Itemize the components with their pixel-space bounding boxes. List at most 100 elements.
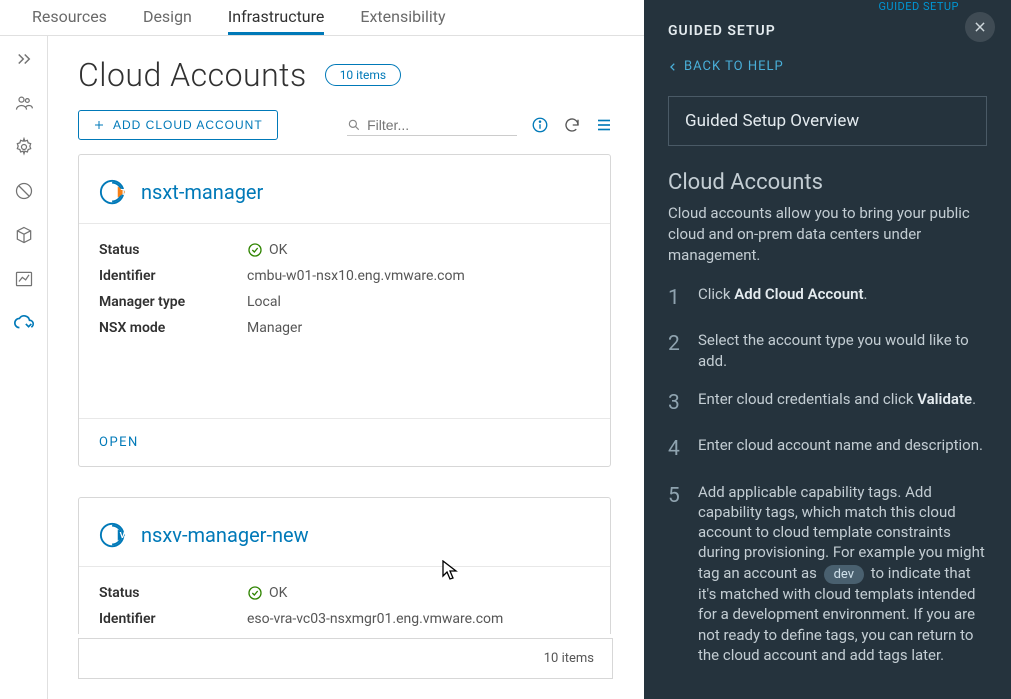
rail-item-cloud[interactable] bbox=[13, 312, 35, 334]
gp-step-1: 1 Click Add Cloud Account. bbox=[668, 284, 987, 312]
back-to-help-link[interactable]: BACK TO HELP bbox=[644, 53, 1011, 96]
users-icon bbox=[14, 93, 34, 113]
close-panel-button[interactable] bbox=[965, 12, 995, 42]
status-text: OK bbox=[269, 585, 287, 601]
gp-step-2: 2 Select the account type you would like… bbox=[668, 330, 987, 371]
status-text: OK bbox=[269, 242, 287, 258]
svg-text:T: T bbox=[121, 188, 127, 198]
plus-icon bbox=[93, 119, 105, 131]
tab-design[interactable]: Design bbox=[143, 0, 192, 35]
card-header: V nsxv-manager-new bbox=[79, 498, 610, 566]
add-button-label: ADD CLOUD ACCOUNT bbox=[113, 118, 263, 132]
step-number: 2 bbox=[668, 330, 684, 371]
side-rail bbox=[0, 36, 48, 699]
guided-setup-panel: GUIDED SETUP GUIDED SETUP BACK TO HELP G… bbox=[644, 0, 1011, 699]
gear-icon bbox=[14, 137, 34, 157]
filter-input[interactable] bbox=[367, 117, 517, 133]
step-text: Select the account type you would like t… bbox=[698, 330, 987, 371]
prop-value-identifier: cmbu-w01-nsx10.eng.vmware.com bbox=[247, 268, 465, 284]
prop-value-manager-type: Local bbox=[247, 294, 281, 310]
guided-setup-top-link[interactable]: GUIDED SETUP bbox=[878, 0, 959, 13]
gp-top-strip: GUIDED SETUP bbox=[644, 0, 1011, 11]
guided-setup-overview-button[interactable]: Guided Setup Overview bbox=[668, 96, 987, 146]
prop-label-identifier: Identifier bbox=[99, 268, 247, 284]
step-number: 3 bbox=[668, 389, 684, 417]
list-icon bbox=[595, 116, 613, 134]
rail-item-settings[interactable] bbox=[13, 136, 35, 158]
nsx-v-icon: V bbox=[99, 520, 129, 550]
tab-extensibility[interactable]: Extensibility bbox=[360, 0, 445, 35]
nsx-t-icon: T bbox=[99, 177, 129, 207]
tab-resources[interactable]: Resources bbox=[32, 0, 107, 35]
chevron-left-icon bbox=[668, 62, 678, 72]
list-view-button[interactable] bbox=[595, 116, 613, 134]
cloud-account-card: T nsxt-manager Status OK Identifier bbox=[78, 154, 611, 467]
ok-check-icon bbox=[247, 242, 263, 258]
card-body: Status OK Identifier cmbu-w01-nsx10.eng.… bbox=[79, 224, 610, 368]
gp-step-3: 3 Enter cloud credentials and click Vali… bbox=[668, 389, 987, 417]
gp-steps: 1 Click Add Cloud Account. 2 Select the … bbox=[644, 284, 1011, 665]
open-link[interactable]: OPEN bbox=[79, 419, 610, 466]
svg-text:V: V bbox=[120, 531, 126, 541]
prop-label-status: Status bbox=[99, 585, 247, 601]
info-button[interactable] bbox=[531, 116, 549, 134]
step-text: Add applicable capability tags. Add capa… bbox=[698, 482, 987, 666]
item-count-pill: 10 items bbox=[325, 64, 401, 86]
chart-icon bbox=[14, 269, 34, 289]
prop-row: Status OK bbox=[99, 585, 590, 601]
search-icon bbox=[347, 117, 361, 133]
step-text: Click Add Cloud Account. bbox=[698, 284, 987, 312]
footer-count: 10 items bbox=[544, 651, 594, 666]
gp-title: GUIDED SETUP bbox=[644, 11, 1011, 53]
step-number: 1 bbox=[668, 284, 684, 312]
close-icon bbox=[973, 20, 987, 34]
prop-label-manager-type: Manager type bbox=[99, 294, 247, 310]
rail-item-users[interactable] bbox=[13, 92, 35, 114]
prop-label-status: Status bbox=[99, 242, 247, 258]
refresh-icon bbox=[563, 116, 581, 134]
block-icon bbox=[14, 181, 34, 201]
tab-infrastructure[interactable]: Infrastructure bbox=[228, 0, 324, 35]
prop-value-status: OK bbox=[247, 242, 287, 258]
card-title-link[interactable]: nsxv-manager-new bbox=[141, 523, 309, 547]
list-footer: 10 items bbox=[78, 638, 613, 679]
cards-scroll[interactable]: T nsxt-manager Status OK Identifier bbox=[78, 154, 613, 634]
add-cloud-account-button[interactable]: ADD CLOUD ACCOUNT bbox=[78, 110, 278, 140]
rail-item-block[interactable] bbox=[13, 180, 35, 202]
gp-section-title: Cloud Accounts bbox=[644, 170, 1011, 203]
cloud-account-card: V nsxv-manager-new Status OK Identifier bbox=[78, 497, 611, 634]
step-number: 5 bbox=[668, 482, 684, 666]
gp-intro: Cloud accounts allow you to bring your p… bbox=[644, 203, 1011, 284]
card-title-link[interactable]: nsxt-manager bbox=[141, 180, 263, 204]
prop-row: NSX mode Manager bbox=[99, 320, 590, 336]
prop-row: Manager type Local bbox=[99, 294, 590, 310]
rail-expand[interactable] bbox=[13, 48, 35, 70]
prop-label-nsx-mode: NSX mode bbox=[99, 320, 247, 336]
cloud-icon bbox=[13, 312, 35, 334]
dev-tag-pill: dev bbox=[824, 565, 864, 585]
gp-step-4: 4 Enter cloud account name and descripti… bbox=[668, 435, 987, 463]
gp-step-5: 5 Add applicable capability tags. Add ca… bbox=[668, 482, 987, 666]
search-wrap bbox=[347, 115, 517, 136]
box-icon bbox=[14, 225, 34, 245]
main-content: Cloud Accounts 10 items ADD CLOUD ACCOUN… bbox=[48, 36, 643, 699]
step-text: Enter cloud credentials and click Valida… bbox=[698, 389, 987, 417]
prop-value-nsx-mode: Manager bbox=[247, 320, 302, 336]
step-number: 4 bbox=[668, 435, 684, 463]
prop-row: Status OK bbox=[99, 242, 590, 258]
back-label: BACK TO HELP bbox=[684, 59, 784, 74]
rail-item-box[interactable] bbox=[13, 224, 35, 246]
card-header: T nsxt-manager bbox=[79, 155, 610, 223]
info-icon bbox=[531, 116, 549, 134]
step-text: Enter cloud account name and description… bbox=[698, 435, 987, 463]
prop-value-identifier: eso-vra-vc03-nsxmgr01.eng.vmware.com bbox=[247, 611, 503, 627]
toolbar-right bbox=[347, 115, 613, 136]
card-body: Status OK Identifier eso-vra-vc03-nsxmgr… bbox=[79, 567, 610, 634]
prop-value-status: OK bbox=[247, 585, 287, 601]
toolbar: ADD CLOUD ACCOUNT bbox=[78, 110, 613, 140]
rail-item-chart[interactable] bbox=[13, 268, 35, 290]
refresh-button[interactable] bbox=[563, 116, 581, 134]
page-title-row: Cloud Accounts 10 items bbox=[78, 56, 613, 94]
prop-row: Identifier cmbu-w01-nsx10.eng.vmware.com bbox=[99, 268, 590, 284]
chevron-expand-icon bbox=[15, 50, 33, 68]
